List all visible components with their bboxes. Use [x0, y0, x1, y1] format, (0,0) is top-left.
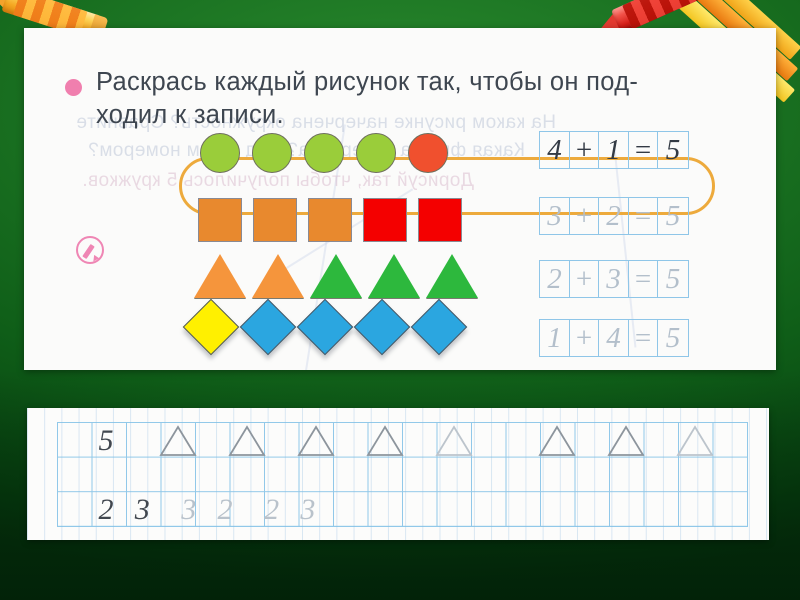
practice-digit: 3	[300, 495, 315, 525]
shape-circle[interactable]	[200, 133, 240, 173]
shape-triangle[interactable]	[252, 254, 304, 298]
shape-triangle[interactable]	[426, 254, 478, 298]
worksheet-card: На каком рисунке начерчена окружность? С…	[24, 28, 776, 370]
practice-digit: 3	[181, 495, 196, 525]
equation-operand-a: 1	[540, 320, 570, 356]
shape-circle[interactable]	[304, 133, 344, 173]
task-line-1: Раскрась каждый рисунок так, чтобы он по…	[96, 68, 638, 96]
shape-square[interactable]	[253, 198, 297, 242]
equation-result: 5	[658, 320, 688, 356]
task-instruction: Раскрась каждый рисунок так, чтобы он по…	[96, 66, 656, 132]
equation-plus-sign: +	[570, 261, 599, 297]
equation-operand-a: 4	[540, 132, 570, 168]
equation-equals-sign: =	[629, 261, 658, 297]
slide-stage: На каком рисунке начерчена окружность? С…	[0, 0, 800, 600]
equation-plus-sign: +	[570, 132, 599, 168]
shape-diamond[interactable]	[183, 299, 240, 356]
shape-diamond[interactable]	[354, 299, 411, 356]
practice-digit-5: 5	[99, 426, 114, 456]
pencil-circle-icon	[76, 236, 104, 264]
shape-diamond[interactable]	[411, 299, 468, 356]
shape-triangle[interactable]	[310, 254, 362, 298]
shape-triangle[interactable]	[368, 254, 420, 298]
shape-square[interactable]	[308, 198, 352, 242]
practice-digit: 2	[264, 495, 279, 525]
practice-digit: 3	[135, 495, 150, 525]
equation-plus-sign: +	[570, 198, 599, 234]
shape-diamond[interactable]	[240, 299, 297, 356]
equation-result: 5	[658, 261, 688, 297]
equation-operand-b: 3	[599, 261, 629, 297]
shape-square[interactable]	[198, 198, 242, 242]
equation-equals-sign: =	[629, 198, 658, 234]
equation-result: 5	[658, 198, 688, 234]
shape-triangle[interactable]	[194, 254, 246, 298]
equation-result: 5	[658, 132, 688, 168]
shape-square[interactable]	[418, 198, 462, 242]
equation-operand-b: 1	[599, 132, 629, 168]
equation-row-squares: 3+2=5	[539, 197, 689, 235]
task-line-2: ходил к записи.	[96, 99, 656, 132]
equation-operand-a: 2	[540, 261, 570, 297]
shape-square[interactable]	[363, 198, 407, 242]
shape-circle[interactable]	[356, 133, 396, 173]
equation-equals-sign: =	[629, 132, 658, 168]
equation-row-diamonds: 1+4=5	[539, 319, 689, 357]
practice-digit: 2	[218, 495, 233, 525]
equation-row-triangles: 2+3=5	[539, 260, 689, 298]
equation-operand-b: 2	[599, 198, 629, 234]
equation-row-circles: 4+1=5	[539, 131, 689, 169]
practice-strip: 5233223	[27, 408, 769, 540]
equation-operand-a: 3	[540, 198, 570, 234]
shape-circle[interactable]	[252, 133, 292, 173]
practice-digit: 2	[99, 495, 114, 525]
equation-operand-b: 4	[599, 320, 629, 356]
equation-equals-sign: =	[629, 320, 658, 356]
shape-diamond[interactable]	[297, 299, 354, 356]
shape-circle[interactable]	[408, 133, 448, 173]
equation-plus-sign: +	[570, 320, 599, 356]
task-bullet-icon	[65, 79, 82, 96]
